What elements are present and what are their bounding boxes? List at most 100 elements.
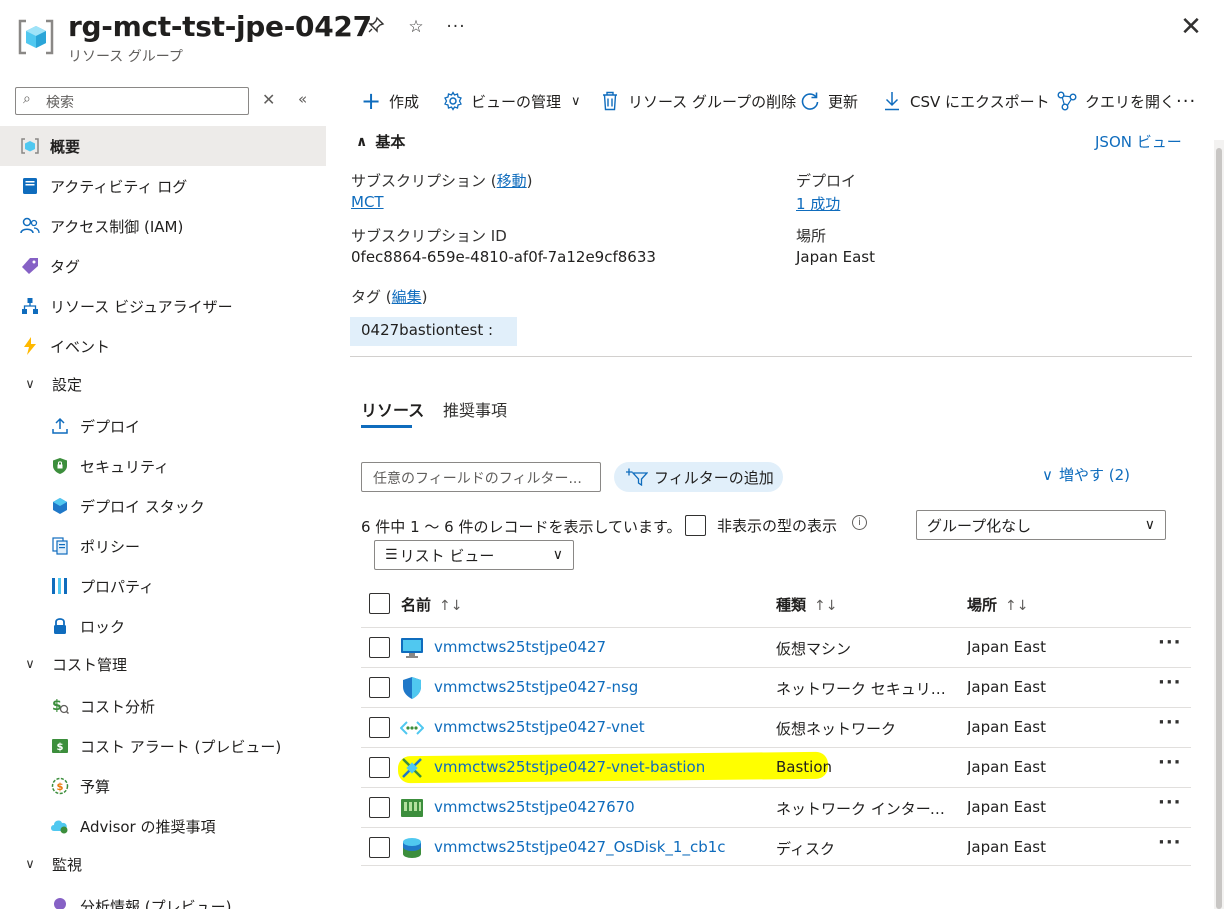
resource-name-link[interactable]: vmmctws25tstjpe0427670 bbox=[434, 798, 769, 816]
deployments-link[interactable]: 1 成功 bbox=[796, 193, 840, 214]
table-row[interactable]: vmmctws25tstjpe0427 仮想マシン Japan East ··· bbox=[361, 627, 1191, 667]
favorite-star-icon[interactable]: ☆ bbox=[405, 16, 427, 38]
resource-location: Japan East bbox=[967, 678, 1046, 696]
svg-text:$: $ bbox=[52, 698, 62, 714]
row-checkbox[interactable] bbox=[369, 837, 390, 858]
column-header-name[interactable]: 名前 ↑↓ bbox=[401, 594, 462, 615]
chevron-down-icon: ∨ bbox=[25, 856, 35, 872]
pin-icon[interactable] bbox=[365, 16, 387, 38]
essentials-toggle[interactable]: ∧ 基本 bbox=[356, 131, 405, 152]
add-filter-button[interactable]: フィルターの追加 bbox=[614, 462, 783, 492]
clear-search-icon[interactable]: ✕ bbox=[262, 90, 275, 109]
manage-view-button[interactable]: ビューの管理 ∨ bbox=[443, 88, 581, 114]
sidebar-search-input[interactable]: ⌕ 検索 bbox=[15, 87, 249, 115]
sidebar-item-security[interactable]: セキュリティ bbox=[0, 446, 326, 486]
resource-name-link[interactable]: vmmctws25tstjpe0427-nsg bbox=[434, 678, 769, 696]
more-actions-icon[interactable]: ··· bbox=[445, 16, 467, 38]
row-checkbox[interactable] bbox=[369, 677, 390, 698]
info-icon[interactable]: i bbox=[852, 515, 867, 530]
column-header-location[interactable]: 場所 ↑↓ bbox=[967, 594, 1028, 615]
sidebar-item-resource-visualizer[interactable]: リソース ビジュアライザー bbox=[0, 286, 326, 326]
sidebar-item-label: 予算 bbox=[80, 777, 111, 796]
tab-resources[interactable]: リソース bbox=[361, 397, 424, 421]
refresh-button[interactable]: 更新 bbox=[800, 88, 858, 114]
resource-location: Japan East bbox=[967, 638, 1046, 656]
collapse-sidebar-icon[interactable]: « bbox=[298, 90, 307, 108]
json-view-link[interactable]: JSON ビュー bbox=[1095, 131, 1182, 152]
export-csv-button[interactable]: CSV にエクスポート bbox=[882, 88, 1050, 114]
row-more-icon[interactable]: ··· bbox=[1158, 832, 1182, 853]
vnet-icon bbox=[400, 721, 424, 735]
row-checkbox[interactable] bbox=[369, 717, 390, 738]
close-icon[interactable]: ✕ bbox=[1178, 14, 1204, 40]
sidebar-item-deployment-stacks[interactable]: デプロイ スタック bbox=[0, 486, 326, 526]
sidebar-item-cost-analysis[interactable]: $ コスト分析 bbox=[0, 686, 326, 726]
lightning-icon bbox=[20, 336, 40, 356]
sidebar-item-tags[interactable]: タグ bbox=[0, 246, 326, 286]
table-row[interactable]: vmmctws25tstjpe0427-vnet-bastion Bastion… bbox=[361, 747, 1191, 787]
sidebar-item-overview[interactable]: 概要 bbox=[0, 126, 326, 166]
delete-resource-group-button[interactable]: リソース グループの削除 bbox=[600, 88, 796, 114]
expand-more-filters-button[interactable]: ∨ 増やす (2) bbox=[1042, 464, 1130, 485]
sidebar-group-settings[interactable]: ∨ 設定 bbox=[0, 364, 326, 404]
filter-input[interactable]: 任意のフィールドのフィルター... bbox=[361, 462, 601, 492]
row-more-icon[interactable]: ··· bbox=[1158, 632, 1182, 653]
sidebar-item-events[interactable]: イベント bbox=[0, 326, 326, 366]
sidebar-group-monitoring[interactable]: ∨ 監視 bbox=[0, 844, 326, 884]
svg-text:$: $ bbox=[57, 782, 64, 793]
table-row[interactable]: vmmctws25tstjpe0427670 ネットワーク インターフェイス J… bbox=[361, 787, 1191, 827]
toolbar-more-icon[interactable]: ··· bbox=[1176, 88, 1196, 114]
move-subscription-link[interactable]: 移動 bbox=[497, 172, 527, 190]
download-icon bbox=[882, 91, 902, 111]
tag-chip[interactable]: 0427bastiontest : bbox=[350, 317, 517, 346]
edit-tags-link[interactable]: 編集 bbox=[392, 288, 422, 306]
sidebar-item-deploy[interactable]: デプロイ bbox=[0, 406, 326, 446]
advisor-cloud-icon bbox=[50, 816, 70, 836]
nsg-shield-icon bbox=[403, 677, 421, 699]
table-row[interactable]: vmmctws25tstjpe0427-vnet 仮想ネットワーク Japan … bbox=[361, 707, 1191, 747]
bastion-icon bbox=[402, 758, 422, 778]
subscription-link[interactable]: MCT bbox=[351, 193, 384, 211]
grouping-dropdown[interactable]: グループ化なし ∨ bbox=[916, 510, 1166, 540]
sidebar-item-cost-alerts[interactable]: $ コスト アラート (プレビュー) bbox=[0, 726, 326, 766]
resource-type: ネットワーク セキュリティ グループ bbox=[776, 680, 959, 698]
sidebar-item-label: ポリシー bbox=[80, 537, 141, 556]
sidebar-item-advisor[interactable]: Advisor の推奨事項 bbox=[0, 806, 326, 846]
sidebar-item-iam[interactable]: アクセス制御 (IAM) bbox=[0, 206, 326, 246]
sidebar-item-locks[interactable]: ロック bbox=[0, 606, 326, 646]
row-more-icon[interactable]: ··· bbox=[1158, 712, 1182, 733]
chevron-up-icon: ∧ bbox=[356, 133, 368, 150]
create-button[interactable]: + 作成 bbox=[361, 87, 419, 115]
sidebar-item-insights[interactable]: 分析情報 (プレビュー) bbox=[0, 886, 326, 909]
sidebar-group-cost-management[interactable]: ∨ コスト管理 bbox=[0, 644, 326, 684]
resource-type: 仮想ネットワーク bbox=[776, 720, 897, 738]
page-subtitle: リソース グループ bbox=[68, 49, 183, 65]
sidebar-item-budgets[interactable]: $ 予算 bbox=[0, 766, 326, 806]
table-row[interactable]: vmmctws25tstjpe0427-nsg ネットワーク セキュリティ グル… bbox=[361, 667, 1191, 707]
resource-name-link[interactable]: vmmctws25tstjpe0427-vnet bbox=[434, 718, 769, 736]
filter-add-icon bbox=[626, 468, 648, 486]
search-icon: ⌕ bbox=[23, 91, 31, 107]
sidebar-item-label: リソース ビジュアライザー bbox=[50, 297, 233, 316]
row-more-icon[interactable]: ··· bbox=[1158, 792, 1182, 813]
scrollbar-thumb[interactable] bbox=[1216, 148, 1222, 909]
sidebar-item-properties[interactable]: プロパティ bbox=[0, 566, 326, 606]
row-more-icon[interactable]: ··· bbox=[1158, 672, 1182, 693]
row-more-icon[interactable]: ··· bbox=[1158, 752, 1182, 773]
resource-name-link[interactable]: vmmctws25tstjpe0427_OsDisk_1_cb1c bbox=[434, 838, 769, 856]
table-row[interactable]: vmmctws25tstjpe0427_OsDisk_1_cb1c ディスク J… bbox=[361, 827, 1191, 867]
column-header-type[interactable]: 種類 ↑↓ bbox=[776, 594, 837, 615]
resource-name-link[interactable]: vmmctws25tstjpe0427-vnet-bastion bbox=[434, 758, 769, 776]
row-checkbox[interactable] bbox=[369, 797, 390, 818]
sidebar-item-policies[interactable]: ポリシー bbox=[0, 526, 326, 566]
resource-name-link[interactable]: vmmctws25tstjpe0427 bbox=[434, 638, 769, 656]
row-checkbox[interactable] bbox=[369, 757, 390, 778]
show-hidden-types-checkbox[interactable] bbox=[685, 515, 706, 536]
tab-recommendations[interactable]: 推奨事項 bbox=[443, 397, 507, 421]
sidebar-item-activity-log[interactable]: アクティビティ ログ bbox=[0, 166, 326, 206]
row-checkbox[interactable] bbox=[369, 637, 390, 658]
open-query-button[interactable]: クエリを開く bbox=[1057, 88, 1175, 114]
select-all-checkbox[interactable] bbox=[369, 593, 390, 614]
view-mode-dropdown[interactable]: ☰ リスト ビュー ∨ bbox=[374, 540, 574, 570]
sidebar-item-label: アクセス制御 (IAM) bbox=[50, 217, 184, 236]
